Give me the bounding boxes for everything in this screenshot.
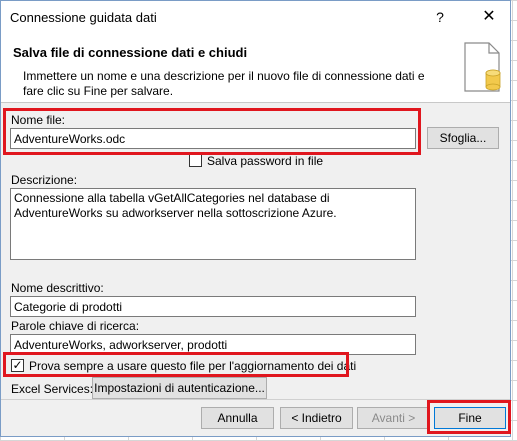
description-label: Descrizione: (11, 173, 78, 187)
wizard-header: Salva file di connessione dati e chiudi … (1, 33, 510, 103)
always-use-file-highlight (3, 352, 349, 377)
authentication-settings-button[interactable]: Impostazioni di autenticazione... (92, 377, 267, 399)
next-button[interactable]: Avanti > (357, 407, 430, 429)
page-description: Immettere un nome e una descrizione per … (23, 69, 425, 98)
data-file-icon (464, 42, 501, 92)
keywords-label: Parole chiave di ricerca: (11, 319, 140, 333)
window-title: Connessione guidata dati (10, 10, 157, 25)
save-password-label: Salva password in file (207, 154, 324, 168)
title-bar: Connessione guidata dati ? ✕ (1, 1, 510, 33)
excel-services-label: Excel Services: (11, 382, 94, 396)
close-button[interactable]: ✕ (471, 5, 507, 29)
friendly-name-label: Nome descrittivo: (11, 281, 104, 295)
browse-button[interactable]: Sfoglia... (427, 127, 499, 149)
description-input[interactable]: Connessione alla tabella vGetAllCategori… (10, 188, 416, 260)
page-title: Salva file di connessione dati e chiudi (13, 45, 248, 60)
file-name-highlight (3, 108, 421, 155)
save-password-checkbox[interactable] (189, 154, 202, 167)
cancel-button[interactable]: Annulla (201, 407, 274, 429)
friendly-name-input[interactable]: Categorie di prodotti (10, 296, 416, 317)
help-button[interactable]: ? (422, 5, 458, 29)
back-button[interactable]: < Indietro (280, 407, 353, 429)
finish-button-highlight (427, 400, 511, 434)
